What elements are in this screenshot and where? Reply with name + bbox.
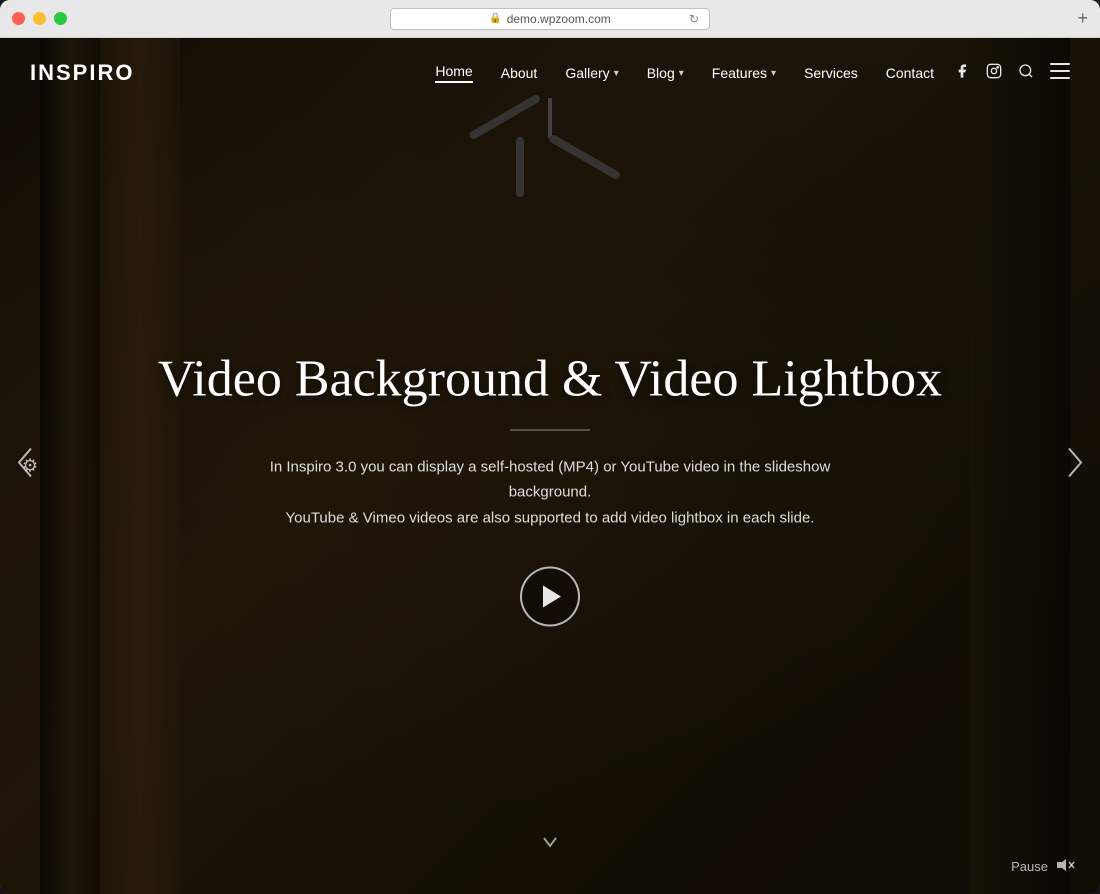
hamburger-menu-icon[interactable]	[1050, 63, 1070, 84]
slider-arrow-left[interactable]	[15, 445, 35, 488]
hero-section: ⚙ INSPIRO Home About Gallery ▾ Blog ▾	[0, 38, 1100, 894]
nav-item-features[interactable]: Features ▾	[712, 65, 776, 81]
lock-icon: 🔒	[489, 13, 501, 24]
slider-arrow-right[interactable]	[1065, 445, 1085, 488]
hero-divider	[510, 429, 590, 430]
nav-item-gallery[interactable]: Gallery ▾	[565, 65, 618, 81]
pause-label: Pause	[1011, 859, 1048, 874]
hero-content: Video Background & Video Lightbox In Ins…	[150, 350, 950, 627]
mac-window: 🔒 demo.wpzoom.com ↻ + ⚙	[0, 0, 1100, 894]
navbar: INSPIRO Home About Gallery ▾ Blog ▾ Feat…	[0, 38, 1100, 108]
nav-menu: Home About Gallery ▾ Blog ▾ Features ▾ S…	[435, 63, 934, 83]
mac-titlebar: 🔒 demo.wpzoom.com ↻ +	[0, 0, 1100, 38]
facebook-icon[interactable]	[954, 63, 970, 84]
nav-item-about[interactable]: About	[501, 65, 538, 81]
features-chevron-icon: ▾	[771, 68, 776, 79]
instagram-icon[interactable]	[986, 63, 1002, 84]
close-button[interactable]	[12, 12, 25, 25]
nav-item-home[interactable]: Home	[435, 63, 472, 83]
gallery-chevron-icon: ▾	[614, 68, 619, 79]
search-icon[interactable]	[1018, 63, 1034, 84]
nav-social-icons	[954, 63, 1070, 84]
new-tab-button[interactable]: +	[1077, 8, 1088, 29]
play-button[interactable]	[520, 567, 580, 627]
hero-title: Video Background & Video Lightbox	[150, 350, 950, 410]
bottom-controls: Pause	[0, 857, 1100, 876]
nav-item-contact[interactable]: Contact	[886, 65, 934, 81]
address-bar[interactable]: 🔒 demo.wpzoom.com ↻	[390, 8, 710, 30]
pause-controls[interactable]: Pause	[1011, 857, 1076, 876]
maximize-button[interactable]	[54, 12, 67, 25]
nav-item-services[interactable]: Services	[804, 65, 858, 81]
hero-subtitle: In Inspiro 3.0 you can display a self-ho…	[230, 454, 870, 530]
site-logo[interactable]: INSPIRO	[30, 60, 134, 86]
browser-content: ⚙ INSPIRO Home About Gallery ▾ Blog ▾	[0, 38, 1100, 894]
reload-icon: ↻	[689, 12, 699, 26]
url-text: demo.wpzoom.com	[507, 12, 611, 26]
nav-item-blog[interactable]: Blog ▾	[647, 65, 684, 81]
mute-icon[interactable]	[1056, 857, 1076, 876]
minimize-button[interactable]	[33, 12, 46, 25]
blog-chevron-icon: ▾	[679, 68, 684, 79]
scroll-down-arrow[interactable]	[540, 832, 560, 858]
